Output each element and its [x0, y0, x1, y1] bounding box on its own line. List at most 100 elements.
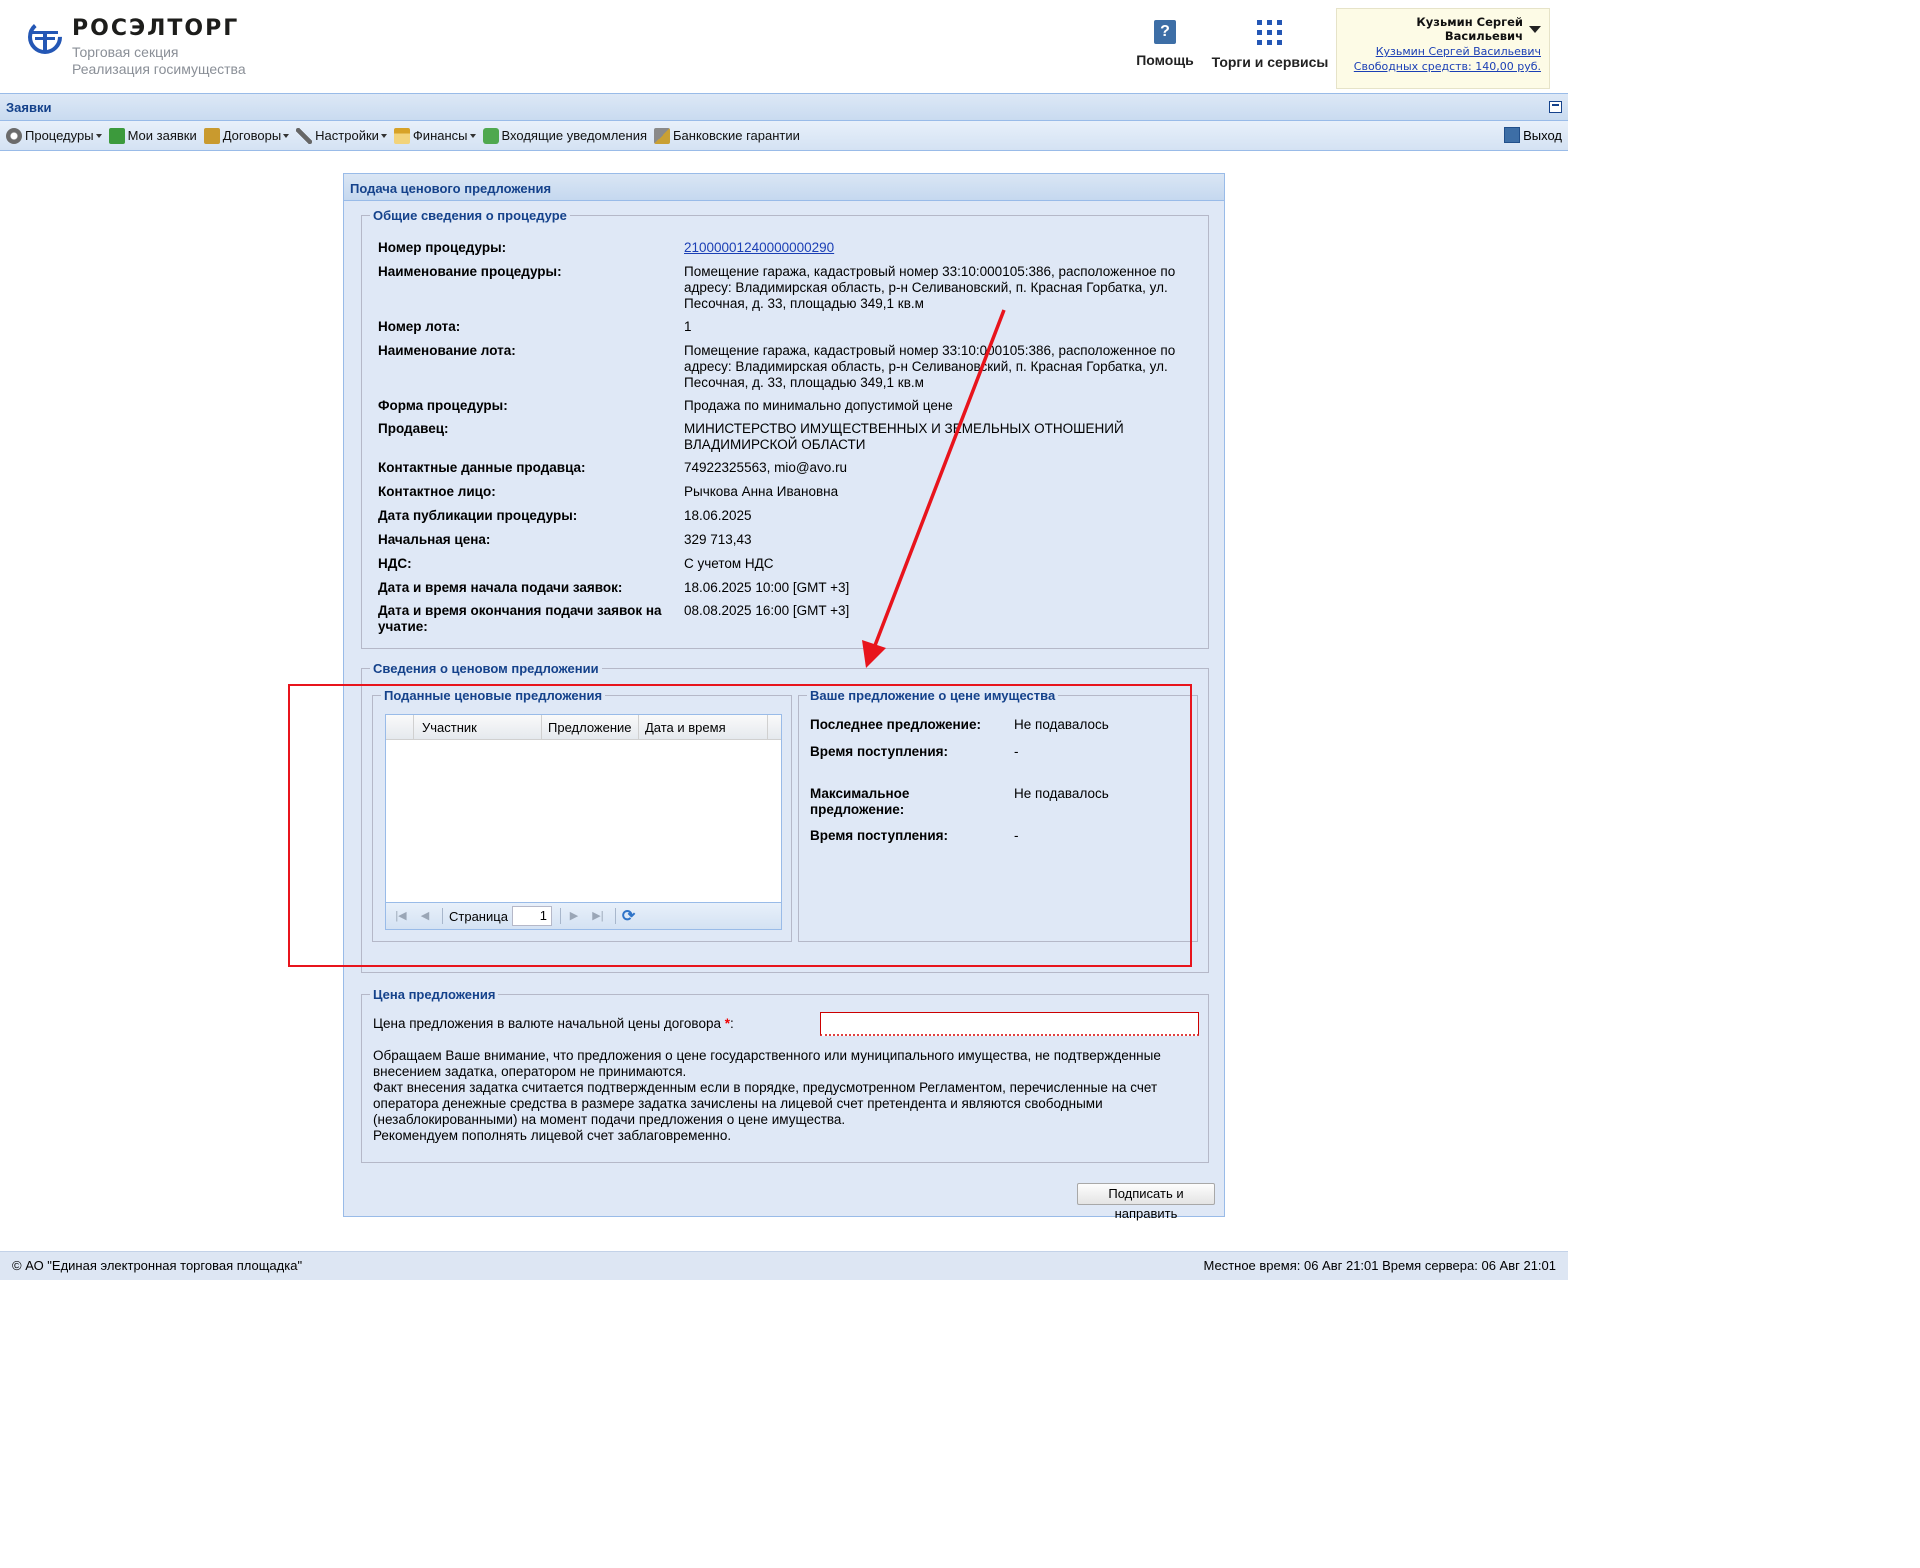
exit-icon [1504, 127, 1521, 143]
grid-column-datetime[interactable]: Дата и время [639, 715, 768, 740]
menu-contracts-label: Договоры [222, 128, 282, 143]
info-label: Дата и время начала подачи заявок: [378, 580, 623, 595]
submitted-offers-grid: Участник Предложение Дата и время |◀ ◀ С… [385, 714, 782, 930]
refresh-icon[interactable]: ⟳ [622, 906, 635, 926]
menu-settings-label: Настройки [315, 128, 379, 143]
caret-down-icon [283, 133, 290, 138]
info-label: Номер процедуры: [378, 240, 507, 255]
form-title: Подача ценового предложения [344, 174, 1224, 201]
price-input[interactable] [820, 1012, 1199, 1036]
guarantee-icon [654, 127, 671, 144]
info-value: Помещение гаража, кадастровый номер 33:1… [684, 343, 1176, 390]
menu-notifications-label: Входящие уведомления [501, 128, 648, 143]
general-info-legend: Общие сведения о процедуре [373, 208, 567, 223]
pager-label: Страница [449, 908, 508, 924]
logo-title: РОСЭЛТОРГ [72, 16, 240, 41]
grid-column-rownum [386, 715, 414, 740]
apps-grid-icon [1257, 20, 1283, 46]
menu-procedures-label: Процедуры [25, 128, 94, 143]
user-menu[interactable]: Кузьмин Сергей Васильевич [1345, 15, 1541, 43]
help-icon: ? [1154, 20, 1176, 44]
info-label: НДС: [378, 556, 412, 571]
bank-icon [393, 127, 410, 144]
last-page-icon[interactable]: ▶| [591, 909, 605, 923]
info-value: 329 713,43 [684, 532, 752, 547]
info-value: 1 [684, 319, 692, 334]
menu-my-applications[interactable]: Мои заявки [108, 127, 197, 144]
menu-notifications[interactable]: Входящие уведомления [482, 127, 648, 144]
menu-my-applications-label: Мои заявки [127, 128, 197, 143]
menu-bank-guarantees-label: Банковские гарантии [673, 128, 800, 143]
services-button[interactable]: Торги и сервисы [1210, 20, 1330, 70]
wrench-icon [296, 127, 313, 144]
menu-bank-guarantees[interactable]: Банковские гарантии [654, 127, 800, 144]
info-value: 74922325563, mio@avo.ru [684, 460, 848, 475]
info-value: Помещение гаража, кадастровый номер 33:1… [684, 264, 1176, 311]
logo[interactable]: РОСЭЛТОРГ Торговая секция Реализация гос… [26, 16, 286, 80]
caret-down-icon [95, 133, 102, 138]
collapse-icon[interactable] [1549, 101, 1562, 113]
procedure-number-link[interactable]: 21000001240000000290 [684, 240, 1194, 256]
info-value: 18.06.2025 [684, 508, 752, 523]
info-value: Рычкова Анна Ивановна [684, 484, 839, 499]
logo-subtitle-2: Реализация госимущества [72, 61, 246, 77]
document-icon [108, 127, 125, 144]
price-field-label-text: Цена предложения в валюте начальной цены… [373, 1016, 721, 1031]
info-label: Номер лота: [378, 319, 461, 334]
help-label: Помощь [1136, 52, 1194, 68]
info-label: Дата публикации процедуры: [378, 508, 578, 523]
chevron-down-icon[interactable] [1529, 25, 1541, 33]
exit-label: Выход [1523, 127, 1562, 143]
menu-settings[interactable]: Настройки [296, 127, 387, 144]
pager-separator [614, 908, 616, 924]
info-value: 08.08.2025 16:00 [GMT +3] [684, 603, 850, 618]
sign-and-send-button[interactable]: Подписать и направить [1077, 1183, 1215, 1221]
page-number-input[interactable]: 1 [511, 906, 552, 926]
info-value: 18.06.2025 10:00 [GMT +3] [684, 580, 850, 595]
caret-down-icon [469, 133, 476, 138]
your-offer-value: Не подавалось [1014, 786, 1109, 801]
info-label: Наименование лота: [378, 343, 516, 358]
your-offer-value: Не подавалось [1014, 717, 1109, 732]
menu-procedures[interactable]: Процедуры [6, 127, 102, 144]
footer: © АО "Единая электронная торговая площад… [0, 1251, 1568, 1280]
notice-text: Обращаем Ваше внимание, что предложения … [373, 1048, 1173, 1144]
caret-down-icon [380, 133, 387, 138]
pager-separator [442, 908, 443, 924]
grid-column-participant[interactable]: Участник [414, 715, 542, 740]
pager-separator [559, 908, 561, 924]
notice-paragraph: Обращаем Ваше внимание, что предложения … [373, 1048, 1161, 1079]
your-offer-label: Последнее предложение: [810, 717, 981, 732]
menu-finance-label: Финансы [412, 128, 468, 143]
logo-icon [28, 20, 62, 54]
info-value: Продажа по минимально допустимой цене [684, 398, 953, 413]
exit-button[interactable]: Выход [1504, 127, 1562, 143]
services-label: Торги и сервисы [1211, 54, 1329, 70]
grid-pager: |◀ ◀ Страница 1 ▶ ▶| ⟳ [386, 902, 781, 929]
info-value: С учетом НДС [684, 556, 774, 571]
panel-title: Заявки [6, 100, 52, 115]
info-label: Форма процедуры: [378, 398, 508, 413]
user-profile-link[interactable]: Кузьмин Сергей Васильевич [1345, 45, 1541, 58]
your-offer-label: Время поступления: [810, 828, 949, 843]
info-label: Начальная цена: [378, 532, 491, 547]
notification-icon [482, 127, 499, 144]
footer-copyright: © АО "Единая электронная торговая площад… [12, 1258, 303, 1273]
price-info-legend: Сведения о ценовом предложении [373, 661, 599, 676]
grid-column-offer[interactable]: Предложение [542, 715, 639, 740]
logo-subtitle: Торговая секция [72, 44, 179, 60]
user-box: Кузьмин Сергей Васильевич Кузьмин Сергей… [1336, 8, 1550, 89]
help-button[interactable]: ? Помощь [1135, 20, 1195, 68]
your-offer-label: Максимальное предложение: [810, 786, 910, 817]
your-offer-value: - [1014, 744, 1019, 759]
gear-icon [6, 127, 22, 144]
menu-finance[interactable]: Финансы [393, 127, 476, 144]
next-page-icon[interactable]: ▶ [567, 909, 581, 923]
info-value: МИНИСТЕРСТВО ИМУЩЕСТВЕННЫХ И ЗЕМЕЛЬНЫХ О… [684, 421, 1124, 452]
grid-header: Участник Предложение Дата и время [386, 715, 781, 740]
funds-link[interactable]: Свободных средств: 140,00 руб. [1345, 60, 1541, 73]
prev-page-icon[interactable]: ◀ [418, 909, 432, 923]
menu-contracts[interactable]: Договоры [203, 127, 290, 144]
contract-icon [203, 127, 220, 144]
first-page-icon[interactable]: |◀ [394, 909, 408, 923]
